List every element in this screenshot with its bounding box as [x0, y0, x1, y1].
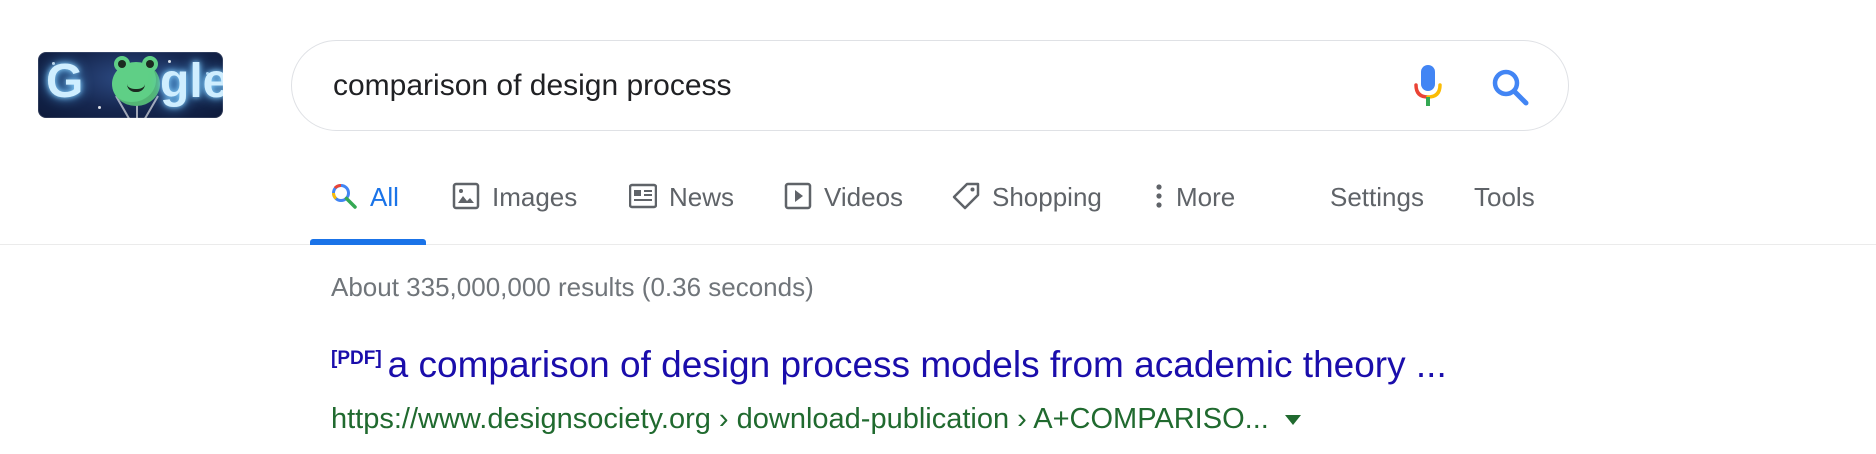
- logo-letters: gle: [160, 55, 223, 108]
- dropdown-arrow-icon[interactable]: [1284, 415, 1301, 426]
- active-tab-indicator: [310, 239, 426, 245]
- tab-more[interactable]: More: [1152, 170, 1235, 245]
- microphone-icon[interactable]: [1412, 63, 1444, 109]
- news-icon: [628, 182, 658, 210]
- search-icon: [330, 182, 358, 210]
- tab-label: Images: [492, 182, 578, 212]
- result-url[interactable]: https://www.designsociety.org › download…: [331, 403, 1301, 436]
- search-header: G gle comparison of design process All I…: [0, 0, 1876, 245]
- tab-label: All: [370, 182, 399, 212]
- logo-letter: G: [46, 55, 84, 108]
- result-title[interactable]: a comparison of design process models fr…: [388, 344, 1447, 385]
- tab-all[interactable]: All: [330, 170, 399, 245]
- pdf-badge: [PDF]: [331, 348, 382, 369]
- tab-videos[interactable]: Videos: [784, 170, 903, 245]
- google-doodle-logo[interactable]: G gle: [38, 52, 223, 118]
- tools-label: Tools: [1474, 182, 1535, 212]
- tab-label: Videos: [824, 182, 904, 212]
- settings-label: Settings: [1330, 182, 1424, 212]
- settings-link[interactable]: Settings: [1330, 170, 1424, 245]
- frog-icon: [112, 56, 160, 106]
- tab-label: More: [1176, 182, 1236, 212]
- tab-news[interactable]: News: [628, 170, 735, 245]
- frog-mouth: [127, 84, 145, 92]
- frog-eye: [114, 56, 130, 72]
- search-icon[interactable]: [1490, 67, 1530, 107]
- search-input[interactable]: [333, 41, 1333, 130]
- search-box[interactable]: [291, 40, 1569, 131]
- tag-icon: [952, 182, 980, 210]
- tab-label: News: [669, 182, 735, 212]
- result-title-link[interactable]: [PDF] a comparison of design process mode…: [331, 340, 1447, 390]
- more-vert-icon: [1152, 182, 1166, 210]
- play-icon: [784, 182, 812, 210]
- tab-label: Shopping: [992, 182, 1102, 212]
- star-decoration: [98, 106, 101, 109]
- search-tabs: All Images News Videos Shopping More Set…: [0, 170, 1876, 245]
- frog-eye: [142, 56, 158, 72]
- tools-link[interactable]: Tools: [1474, 170, 1535, 245]
- result-stats: About 335,000,000 results (0.36 seconds): [331, 272, 814, 302]
- tab-shopping[interactable]: Shopping: [952, 170, 1102, 245]
- result-url-text[interactable]: https://www.designsociety.org › download…: [331, 403, 1269, 435]
- image-icon: [452, 182, 480, 210]
- tab-images[interactable]: Images: [452, 170, 577, 245]
